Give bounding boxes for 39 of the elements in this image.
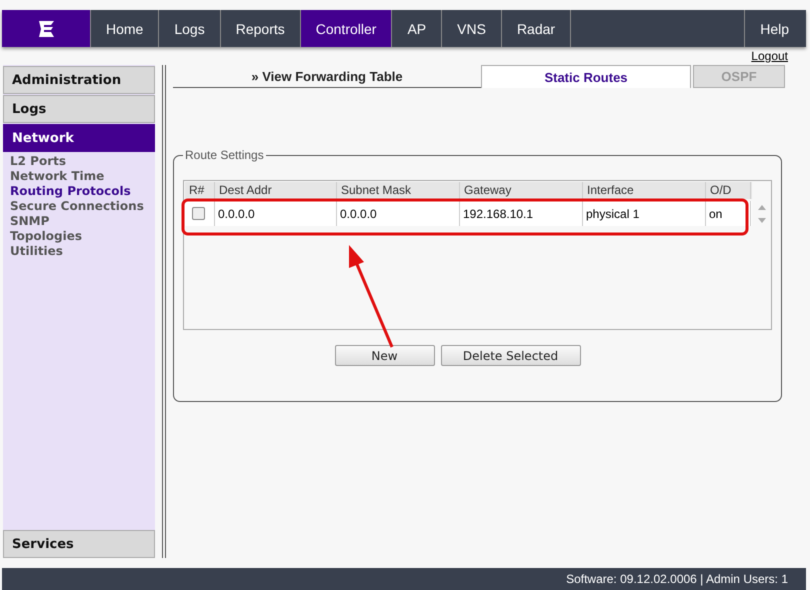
sidebar-item[interactable]: Routing Protocols <box>10 184 155 199</box>
logout-link[interactable]: Logout <box>751 49 788 65</box>
column-header: Subnet Mask <box>337 182 460 199</box>
nav-tab[interactable]: Controller <box>300 10 392 47</box>
column-header: Dest Addr <box>215 182 337 199</box>
column-header: R# <box>185 182 215 199</box>
sidebar-item[interactable]: SNMP <box>10 214 155 229</box>
column-header: Gateway <box>460 182 583 199</box>
sidebar-item[interactable]: L2 Ports <box>10 154 155 169</box>
sidebar-section[interactable]: Logs <box>3 95 155 123</box>
scroll-arrows-icon[interactable] <box>757 203 767 225</box>
nav-tab[interactable]: AP <box>392 10 442 47</box>
table-cell: physical 1 <box>583 201 706 226</box>
tab[interactable]: Static Routes <box>481 65 691 88</box>
help-link[interactable]: Help <box>744 10 806 47</box>
table-cell: 0.0.0.0 <box>337 201 460 226</box>
sidebar-item[interactable]: Network Time <box>10 169 155 184</box>
nav-tab[interactable]: Radar <box>502 10 572 47</box>
logo-icon[interactable] <box>2 10 91 47</box>
nav-tab[interactable]: Logs <box>159 10 221 47</box>
sidebar-section[interactable]: Administration <box>3 66 155 94</box>
sidebar-section[interactable]: Network <box>3 124 155 152</box>
sidebar-section[interactable]: Services <box>3 530 155 558</box>
table-cell: on <box>706 201 751 226</box>
row-checkbox[interactable] <box>192 207 205 220</box>
action-button[interactable]: Delete Selected <box>440 345 580 366</box>
sidebar-item[interactable]: Secure Connections <box>10 199 155 214</box>
column-header: Interface <box>583 182 706 199</box>
panel-legend: Route Settings <box>183 148 266 162</box>
table-cell: 0.0.0.0 <box>215 201 337 226</box>
nav-tab[interactable]: VNS <box>442 10 502 47</box>
sidebar-item[interactable]: Utilities <box>10 244 155 259</box>
action-button[interactable]: New <box>334 345 434 366</box>
sidebar-item[interactable]: Topologies <box>10 229 155 244</box>
forwarding-table-link[interactable]: » View Forwarding Table <box>173 65 481 88</box>
status-text: Software: 09.12.02.0006 | Admin Users: 1 <box>566 572 788 586</box>
nav-tab[interactable]: Home <box>91 10 160 47</box>
column-header: O/D <box>706 182 751 199</box>
table-cell: 192.168.10.1 <box>460 201 583 226</box>
